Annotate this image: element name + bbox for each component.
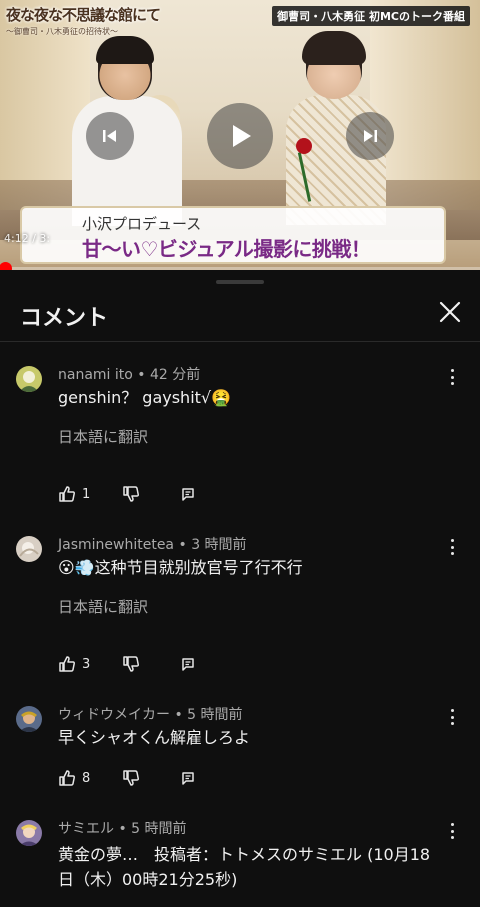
thumbs-down-icon bbox=[123, 770, 139, 786]
comments-header: コメント bbox=[0, 290, 480, 342]
video-player[interactable]: 夜な夜な不思議な館にて 〜御曹司・八木勇征の招待状〜 御曹司・八木勇征 初MCの… bbox=[0, 0, 480, 270]
close-button[interactable] bbox=[436, 298, 464, 326]
more-vert-icon bbox=[450, 369, 454, 372]
caption-line-1: 小沢プロデュース bbox=[82, 215, 202, 233]
comment-actions: 8 bbox=[58, 768, 238, 788]
show-logo-title: 夜な夜な不思議な館にて bbox=[6, 6, 161, 24]
skip-previous-icon bbox=[103, 130, 116, 142]
broadcast-tag: 御曹司・八木勇征 初MCのトーク番組 bbox=[272, 6, 470, 26]
more-vert-icon bbox=[450, 539, 454, 542]
play-icon bbox=[233, 125, 251, 147]
reply-button[interactable] bbox=[180, 654, 196, 674]
thumbs-up-icon bbox=[59, 770, 75, 786]
dislike-button[interactable] bbox=[122, 768, 140, 788]
play-button[interactable] bbox=[207, 103, 273, 169]
comment-meta: ウィドウメイカー • 5 時間前 bbox=[58, 707, 243, 723]
comment-more-button[interactable] bbox=[444, 366, 460, 388]
avatar[interactable] bbox=[16, 536, 42, 562]
reply-button[interactable] bbox=[180, 768, 196, 788]
like-count: 8 bbox=[82, 770, 91, 786]
comment-text: 黄金の夢… 投稿者：トトメスのサミエル (10月18日（木）00時21分25秒) bbox=[58, 845, 431, 889]
comment-text: 😮💨这种节目就别放官号了行不行 bbox=[58, 558, 303, 577]
thumbs-down-icon bbox=[123, 486, 139, 502]
comment-actions: 1 bbox=[58, 484, 238, 504]
translate-link[interactable]: 日本語に翻訳 bbox=[58, 426, 148, 447]
show-logo: 夜な夜な不思議な館にて 〜御曹司・八木勇征の招待状〜 bbox=[6, 4, 161, 44]
reply-button[interactable] bbox=[180, 484, 196, 504]
reply-comment-icon bbox=[182, 772, 194, 785]
more-vert-icon bbox=[450, 709, 454, 712]
comment-author[interactable]: ウィドウメイカー bbox=[58, 707, 170, 723]
comment-time: 42 分前 bbox=[150, 367, 201, 383]
close-icon bbox=[439, 301, 461, 323]
thumbs-down-icon bbox=[123, 656, 139, 672]
dislike-button[interactable] bbox=[122, 484, 140, 504]
caption-line-2: 甘〜い♡ビジュアル撮影に挑戦！ bbox=[82, 237, 371, 261]
like-count: 1 bbox=[82, 486, 91, 502]
next-video-button[interactable] bbox=[346, 112, 394, 160]
thumbs-up-icon bbox=[59, 486, 75, 502]
show-logo-subtitle: 〜御曹司・八木勇征の招待状〜 bbox=[6, 27, 118, 36]
progress-scrubber[interactable] bbox=[0, 262, 12, 270]
rose bbox=[296, 138, 312, 154]
panel-title: コメント bbox=[20, 306, 109, 331]
more-vert-icon bbox=[450, 823, 454, 826]
comment-author[interactable]: Jasminewhitetea bbox=[58, 537, 174, 553]
background-wall-right bbox=[370, 0, 480, 210]
translate-link[interactable]: 日本語に翻訳 bbox=[58, 596, 148, 617]
comment-meta: nanami ito • 42 分前 bbox=[58, 367, 201, 383]
like-button[interactable]: 8 bbox=[58, 768, 90, 788]
previous-video-button[interactable] bbox=[86, 112, 134, 160]
like-button[interactable]: 1 bbox=[58, 484, 90, 504]
comment-author[interactable]: サミエル bbox=[58, 821, 114, 837]
comment-actions: 3 bbox=[58, 654, 238, 674]
comment-time: 5 時間前 bbox=[131, 821, 187, 837]
like-count: 3 bbox=[82, 656, 91, 672]
thumbs-up-icon bbox=[59, 656, 75, 672]
avatar[interactable] bbox=[16, 366, 42, 392]
dislike-button[interactable] bbox=[122, 654, 140, 674]
comment-more-button[interactable] bbox=[444, 820, 460, 842]
comment-text: 早くシャオくん解雇しろよ bbox=[58, 728, 251, 747]
video-time: 4:12 / 3: bbox=[4, 232, 51, 245]
comments-panel: コメント nanami ito • 42 分前 genshin？ gayshit… bbox=[0, 270, 480, 907]
comment-more-button[interactable] bbox=[444, 536, 460, 558]
like-button[interactable]: 3 bbox=[58, 654, 90, 674]
comment-author[interactable]: nanami ito bbox=[58, 367, 133, 383]
video-caption-banner: 小沢プロデュース 甘〜い♡ビジュアル撮影に挑戦！ bbox=[20, 206, 446, 264]
comment-meta: サミエル • 5 時間前 bbox=[58, 821, 187, 837]
reply-comment-icon bbox=[182, 488, 194, 501]
avatar[interactable] bbox=[16, 820, 42, 846]
reply-comment-icon bbox=[182, 658, 194, 671]
drag-handle[interactable] bbox=[216, 280, 264, 284]
comment-text: genshin？ gayshit√🤮 bbox=[58, 388, 232, 407]
comment-time: 5 時間前 bbox=[187, 707, 243, 723]
skip-next-icon bbox=[364, 130, 377, 142]
comment-meta: Jasminewhitetea • 3 時間前 bbox=[58, 537, 247, 553]
avatar[interactable] bbox=[16, 706, 42, 732]
comment-more-button[interactable] bbox=[444, 706, 460, 728]
comment-time: 3 時間前 bbox=[191, 537, 247, 553]
